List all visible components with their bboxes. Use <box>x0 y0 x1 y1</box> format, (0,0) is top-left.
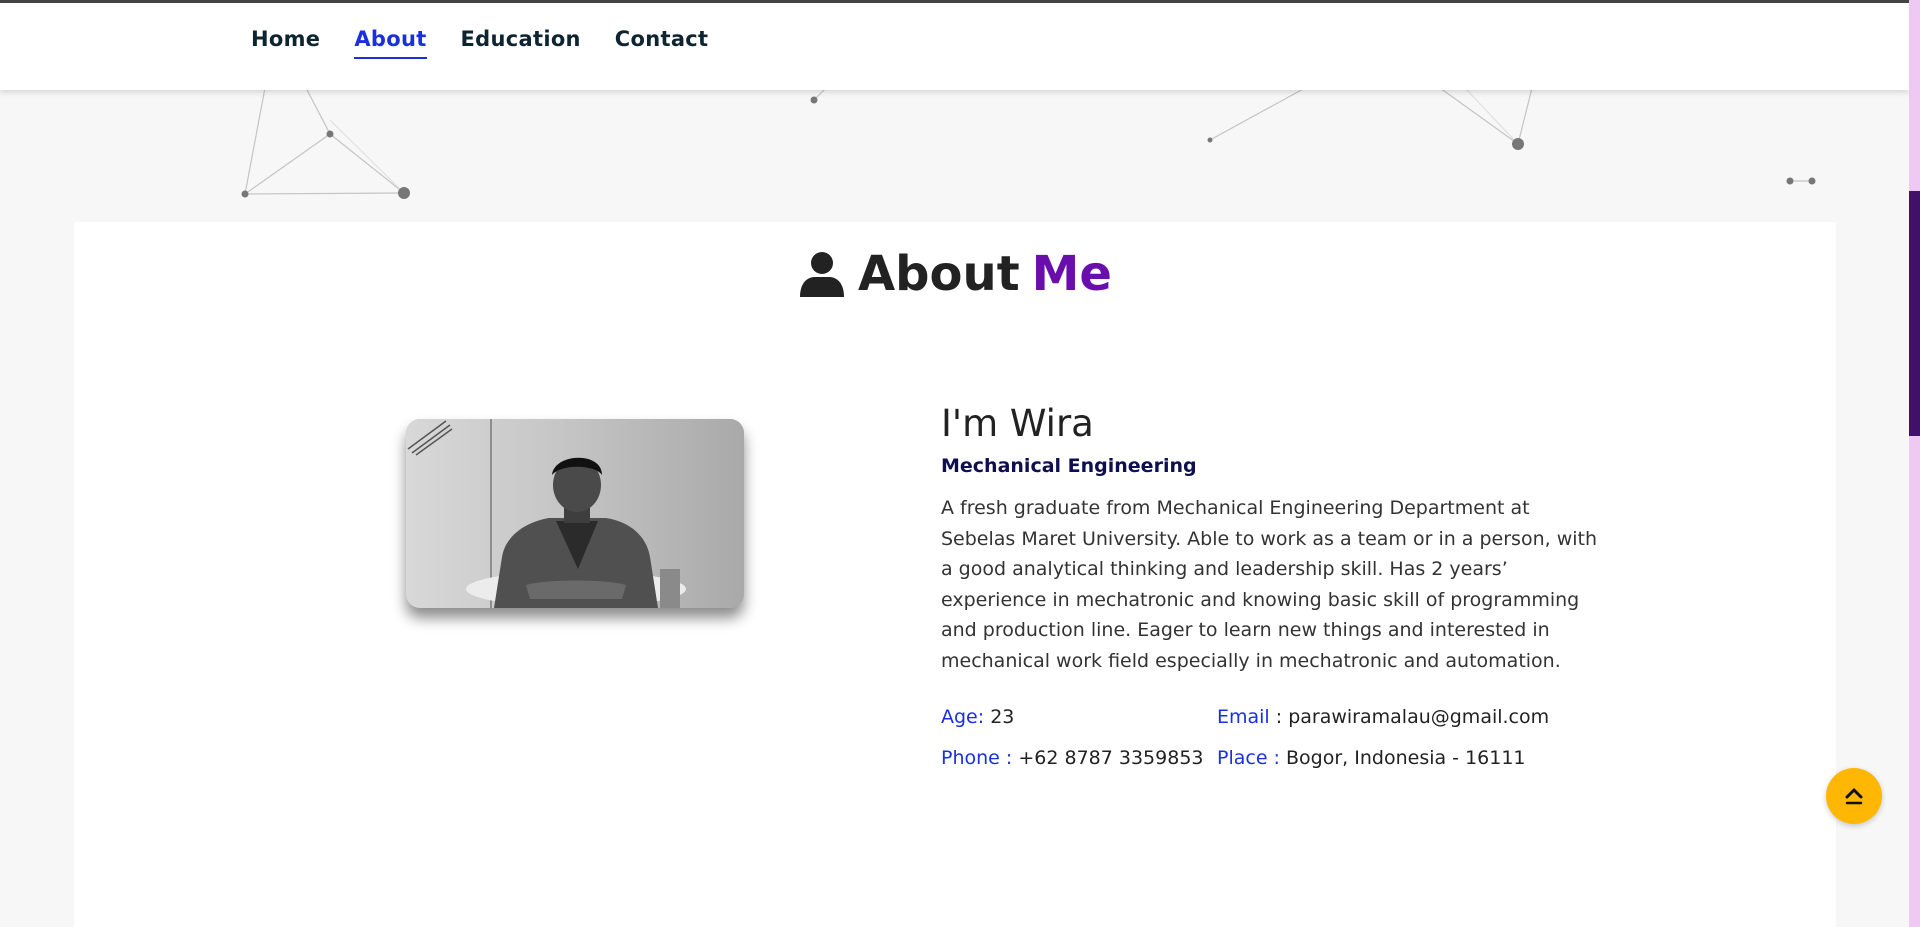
user-icon <box>800 252 845 297</box>
info-phone: Phone : +62 8787 3359853 <box>941 747 1217 769</box>
age-label: Age: <box>941 706 985 728</box>
scroll-top-button[interactable] <box>1826 768 1882 824</box>
phone-label: Phone : <box>941 747 1013 769</box>
section-heading: About Me <box>74 246 1836 302</box>
nav-link-contact[interactable]: Contact <box>615 27 709 57</box>
scrollbar-track[interactable] <box>1909 0 1920 927</box>
info-age: Age: 23 <box>941 706 1217 728</box>
nav-item-home: Home <box>251 27 354 59</box>
about-description: A fresh graduate from Mechanical Enginee… <box>941 497 1598 672</box>
greeting: I'm Wira <box>941 402 1094 445</box>
nav-item-education: Education <box>461 27 615 59</box>
nav-list: Home About Education Contact <box>251 27 742 59</box>
nav-link-education[interactable]: Education <box>461 27 581 57</box>
profile-photo <box>406 419 744 608</box>
scrollbar-thumb[interactable] <box>1909 191 1920 436</box>
about-content: I'm Wira Mechanical Engineering A fresh … <box>941 402 1621 769</box>
info-place: Place : Bogor, Indonesia - 16111 <box>1217 747 1577 769</box>
email-label: Email <box>1217 706 1270 728</box>
email-value: parawiramalau@gmail.com <box>1288 706 1550 728</box>
info-email: Email : parawiramalau@gmail.com <box>1217 706 1550 728</box>
age-value: 23 <box>990 706 1015 728</box>
info-grid: Age: 23 Email : parawiramalau@gmail.com … <box>941 706 1621 769</box>
place-value: Bogor, Indonesia - 16111 <box>1286 747 1526 769</box>
nav-link-about[interactable]: About <box>354 27 427 59</box>
nav-item-contact: Contact <box>615 27 743 59</box>
about-section: About Me I'm Wira Mechanical Engineering… <box>74 222 1836 927</box>
role-title: Mechanical Engineering <box>941 455 1197 477</box>
phone-value: +62 8787 3359853 <box>1018 747 1204 769</box>
profile-photo-image <box>406 419 744 608</box>
heading-main: About <box>858 246 1020 302</box>
navbar: Home About Education Contact <box>0 0 1909 90</box>
place-label: Place : <box>1217 747 1280 769</box>
nav-item-about: About <box>354 27 460 59</box>
nav-link-home[interactable]: Home <box>251 27 320 57</box>
chevron-up-icon <box>1845 788 1863 805</box>
heading-accent: Me <box>1031 246 1112 302</box>
